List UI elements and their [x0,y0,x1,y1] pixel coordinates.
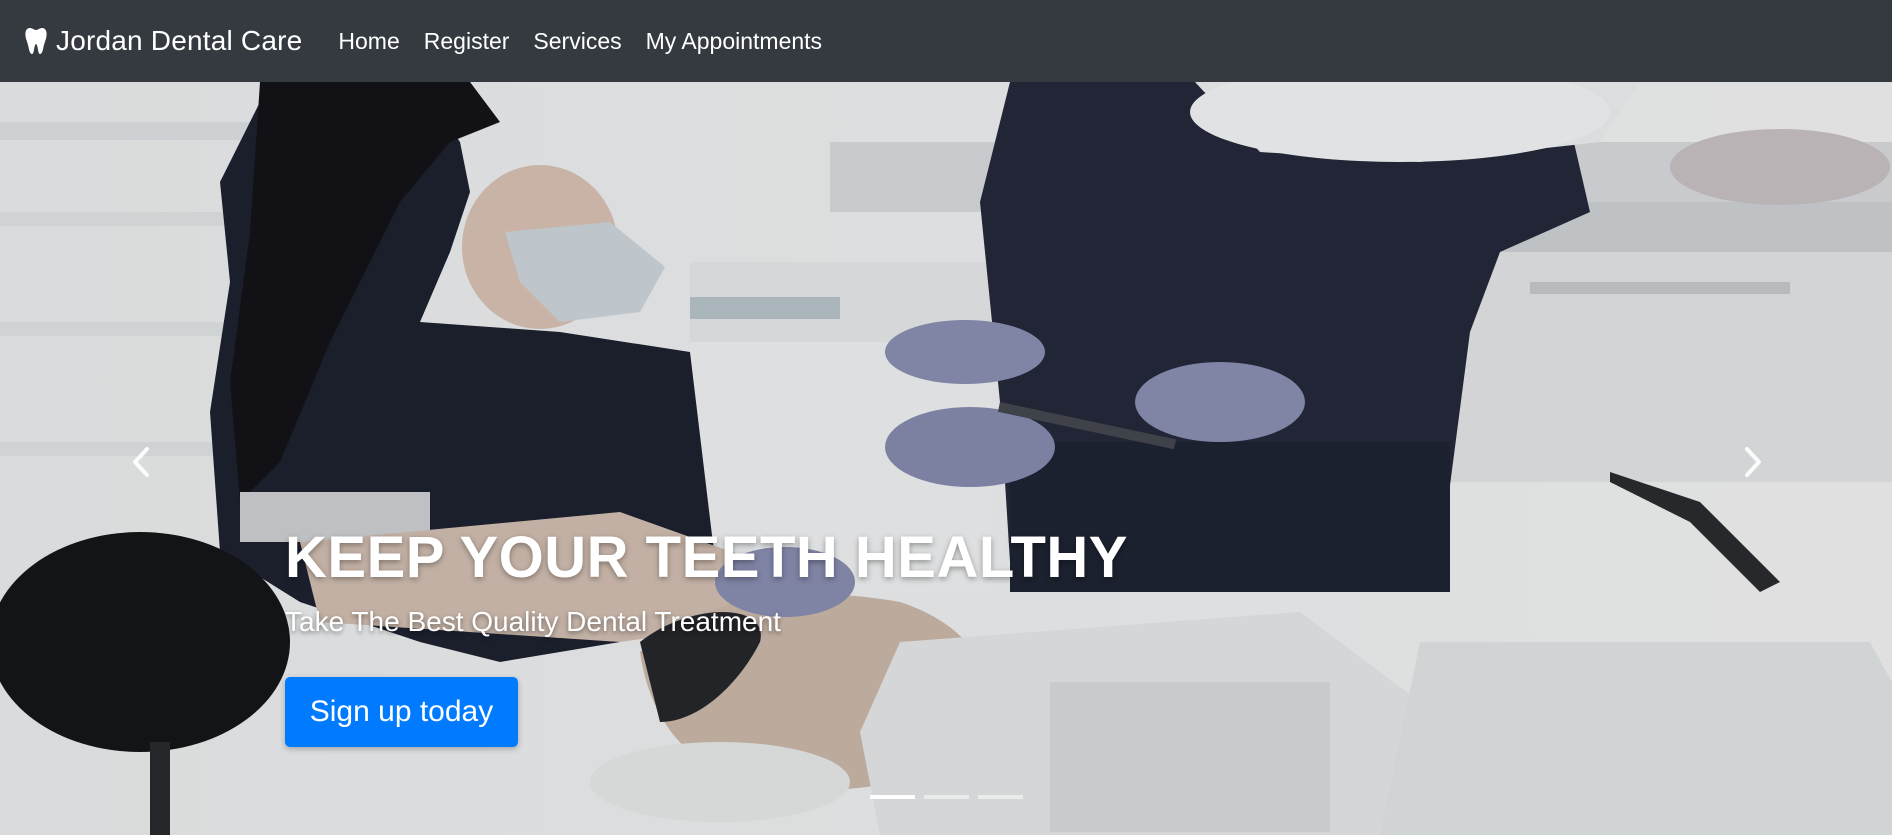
carousel-caption: KEEP YOUR TEETH HEALTHY Take The Best Qu… [285,526,1128,638]
image-overlay [0,82,1892,835]
carousel-indicator-3[interactable] [978,795,1023,799]
carousel-prev-button[interactable] [112,432,172,492]
carousel-indicators [870,795,1032,799]
chevron-right-icon [1745,447,1761,477]
chevron-left-icon [133,447,149,477]
nav-link-register[interactable]: Register [424,28,510,55]
nav-link-services[interactable]: Services [533,28,621,55]
carousel-next-button[interactable] [1722,432,1782,492]
tooth-icon [25,28,47,54]
brand-name: Jordan Dental Care [56,25,303,56]
navbar: Jordan Dental Care Home Register Service… [0,0,1892,82]
hero-carousel: KEEP YOUR TEETH HEALTHY Take The Best Qu… [0,82,1892,835]
hero-subheadline: Take The Best Quality Dental Treatment [285,605,781,637]
carousel-indicator-2[interactable] [924,795,969,799]
carousel-indicator-1[interactable] [870,795,915,799]
brand-link[interactable]: Jordan Dental Care [24,25,302,57]
sign-up-button[interactable]: Sign up today [285,677,518,747]
hero-headline: KEEP YOUR TEETH HEALTHY [285,525,1128,590]
nav-link-home[interactable]: Home [338,28,399,55]
nav-link-my-appointments[interactable]: My Appointments [646,28,822,55]
nav-links: Home Register Services My Appointments [338,28,846,55]
